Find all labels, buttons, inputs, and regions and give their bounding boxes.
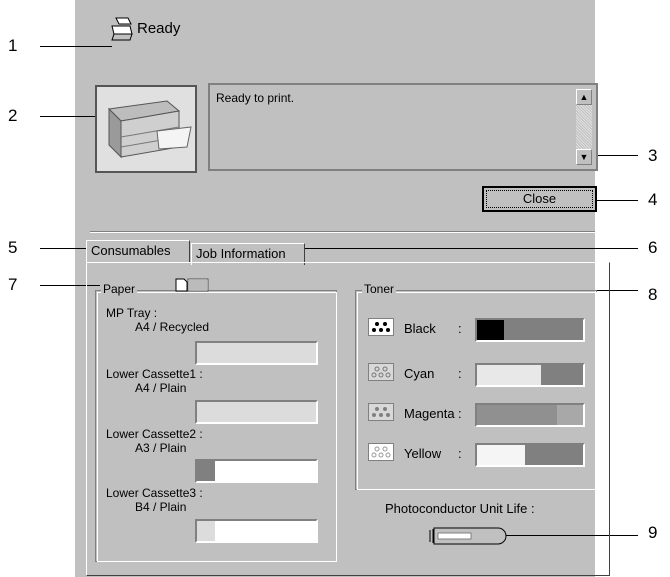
callout-8: 8 xyxy=(648,285,658,304)
callout-5: 5 xyxy=(8,238,18,257)
callout-6: 6 xyxy=(648,238,658,257)
leader-line-6 xyxy=(300,248,638,249)
paper-group-label: Paper xyxy=(101,282,138,296)
close-button-label: Close xyxy=(486,190,593,208)
toner-level-remaining xyxy=(540,365,583,385)
cyan-toner-icon xyxy=(368,363,394,381)
paper-level-bar xyxy=(195,519,318,543)
scroll-down-button[interactable]: ▼ xyxy=(576,149,592,165)
magenta-toner-icon xyxy=(368,403,394,421)
paper-stack-icon xyxy=(175,278,209,297)
callout-4: 4 xyxy=(648,190,658,209)
message-scrollbar[interactable]: ▲ ▼ xyxy=(576,89,592,165)
toner-group-label: Toner xyxy=(362,282,397,296)
tab-job-information-label: Job Information xyxy=(196,246,286,261)
toner-level-bar xyxy=(475,403,585,427)
toner-level-fill xyxy=(477,320,504,340)
yellow-toner-icon xyxy=(368,443,394,461)
toner-colon: : xyxy=(458,366,462,381)
callout-9: 9 xyxy=(648,523,658,542)
scroll-up-button[interactable]: ▲ xyxy=(576,89,592,105)
paper-level-bar xyxy=(195,459,318,483)
toner-name: Black xyxy=(404,321,436,336)
toner-level-fill xyxy=(477,365,541,385)
leader-line-1 xyxy=(40,46,112,47)
paper-level-bar xyxy=(195,341,318,365)
toner-level-fill xyxy=(477,445,525,465)
toner-level-bar xyxy=(475,363,585,387)
paper-tray-media: B4 / Plain xyxy=(135,500,187,514)
paper-tray-name: Lower Cassette3 : xyxy=(106,486,203,500)
toner-colon: : xyxy=(458,321,462,336)
toner-colon: : xyxy=(458,406,462,421)
paper-level-bar xyxy=(195,400,318,424)
paper-tray-name: Lower Cassette1 : xyxy=(106,367,203,381)
toner-level-bar xyxy=(475,318,585,342)
callout-2: 2 xyxy=(8,106,18,125)
toner-name: Magenta xyxy=(404,406,455,421)
status-message-box: Ready to print. ▲ ▼ xyxy=(208,83,598,171)
callout-1: 1 xyxy=(8,36,18,55)
separator xyxy=(90,231,595,233)
tab-consumables[interactable]: Consumables xyxy=(86,240,190,263)
toner-level-fill xyxy=(477,405,557,425)
callout-3: 3 xyxy=(648,146,658,165)
photoconductor-gauge xyxy=(426,526,512,546)
printer-icon xyxy=(110,16,134,47)
close-button[interactable]: Close xyxy=(482,186,597,212)
tab-consumables-label: Consumables xyxy=(91,243,171,258)
printer-status-text: Ready xyxy=(137,20,181,37)
black-toner-icon xyxy=(368,318,394,336)
paper-level-fill xyxy=(197,521,215,541)
paper-tray-name: MP Tray : xyxy=(106,306,158,320)
toner-colon: : xyxy=(458,446,462,461)
toner-level-remaining xyxy=(524,445,583,465)
paper-level-fill xyxy=(197,461,215,481)
status-message-text: Ready to print. xyxy=(216,91,295,105)
photoconductor-label: Photoconductor Unit Life : xyxy=(385,501,535,516)
paper-tray-media: A3 / Plain xyxy=(135,441,187,455)
photoconductor-level-fill xyxy=(437,532,472,540)
toner-level-remaining xyxy=(503,320,583,340)
paper-tray-media: A4 / Plain xyxy=(135,381,187,395)
toner-level-remaining xyxy=(556,405,583,425)
toner-level-bar xyxy=(475,443,585,467)
toner-name: Cyan xyxy=(404,366,435,381)
toner-name: Yellow xyxy=(404,446,442,461)
printer-image xyxy=(95,85,197,173)
callout-7: 7 xyxy=(8,275,18,294)
paper-tray-name: Lower Cassette2 : xyxy=(106,427,203,441)
paper-tray-media: A4 / Recycled xyxy=(135,320,210,334)
